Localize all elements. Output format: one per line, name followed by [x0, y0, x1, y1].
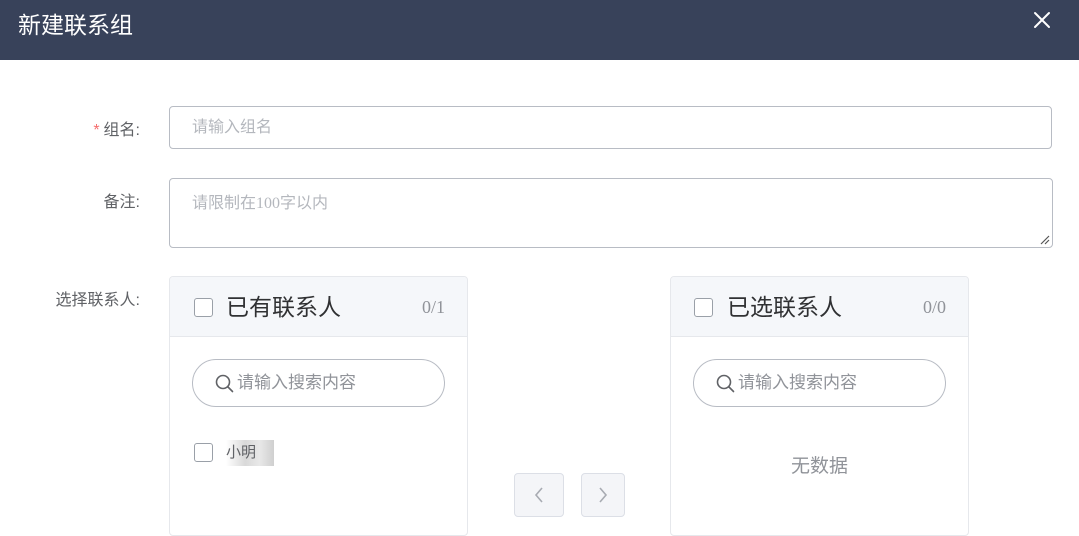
empty-state-text: 无数据: [790, 456, 848, 477]
move-to-right-button[interactable]: [581, 473, 625, 517]
selected-contacts-count: 0/0: [922, 297, 946, 317]
remark-field: [169, 178, 1053, 248]
selected-contacts-title: 已选联系人: [727, 294, 842, 320]
search-icon: [215, 374, 234, 393]
remark-textarea[interactable]: [170, 179, 1052, 247]
select-all-available-checkbox[interactable]: [194, 298, 213, 317]
selected-search-input[interactable]: [738, 360, 938, 406]
chevron-right-icon: [599, 487, 608, 503]
dialog-header: 新建联系组: [0, 0, 1079, 60]
search-icon: [716, 374, 735, 393]
group-name-label-text: 组名:: [103, 122, 140, 139]
contact-checkbox[interactable]: [194, 443, 213, 462]
contact-name: 小明: [226, 440, 274, 466]
available-contacts-header: 已有联系人 0/1: [170, 277, 467, 337]
group-name-input[interactable]: [170, 107, 1051, 148]
available-search-input[interactable]: [237, 360, 437, 406]
move-to-left-button[interactable]: [514, 473, 564, 517]
available-contacts-panel: 已有联系人 0/1 小明: [169, 276, 468, 536]
dialog-title: 新建联系组: [18, 12, 133, 38]
selected-search-box: [693, 359, 946, 407]
resize-grip-icon[interactable]: [1038, 233, 1050, 245]
group-name-label: * 组名:: [0, 116, 140, 140]
remark-label: 备注:: [103, 194, 140, 211]
select-all-selected-checkbox[interactable]: [694, 298, 713, 317]
selected-contacts-header: 已选联系人 0/0: [671, 277, 968, 337]
available-contacts-count: 0/1: [421, 297, 445, 317]
selected-contacts-panel: 已选联系人 0/0 无数据: [670, 276, 969, 536]
group-name-field: [169, 106, 1052, 149]
available-contacts-title: 已有联系人: [226, 294, 341, 320]
contacts-label: 选择联系人:: [55, 292, 140, 309]
close-icon[interactable]: [1030, 8, 1054, 32]
required-mark: *: [93, 122, 100, 139]
chevron-left-icon: [534, 487, 543, 503]
available-search-box: [192, 359, 445, 407]
